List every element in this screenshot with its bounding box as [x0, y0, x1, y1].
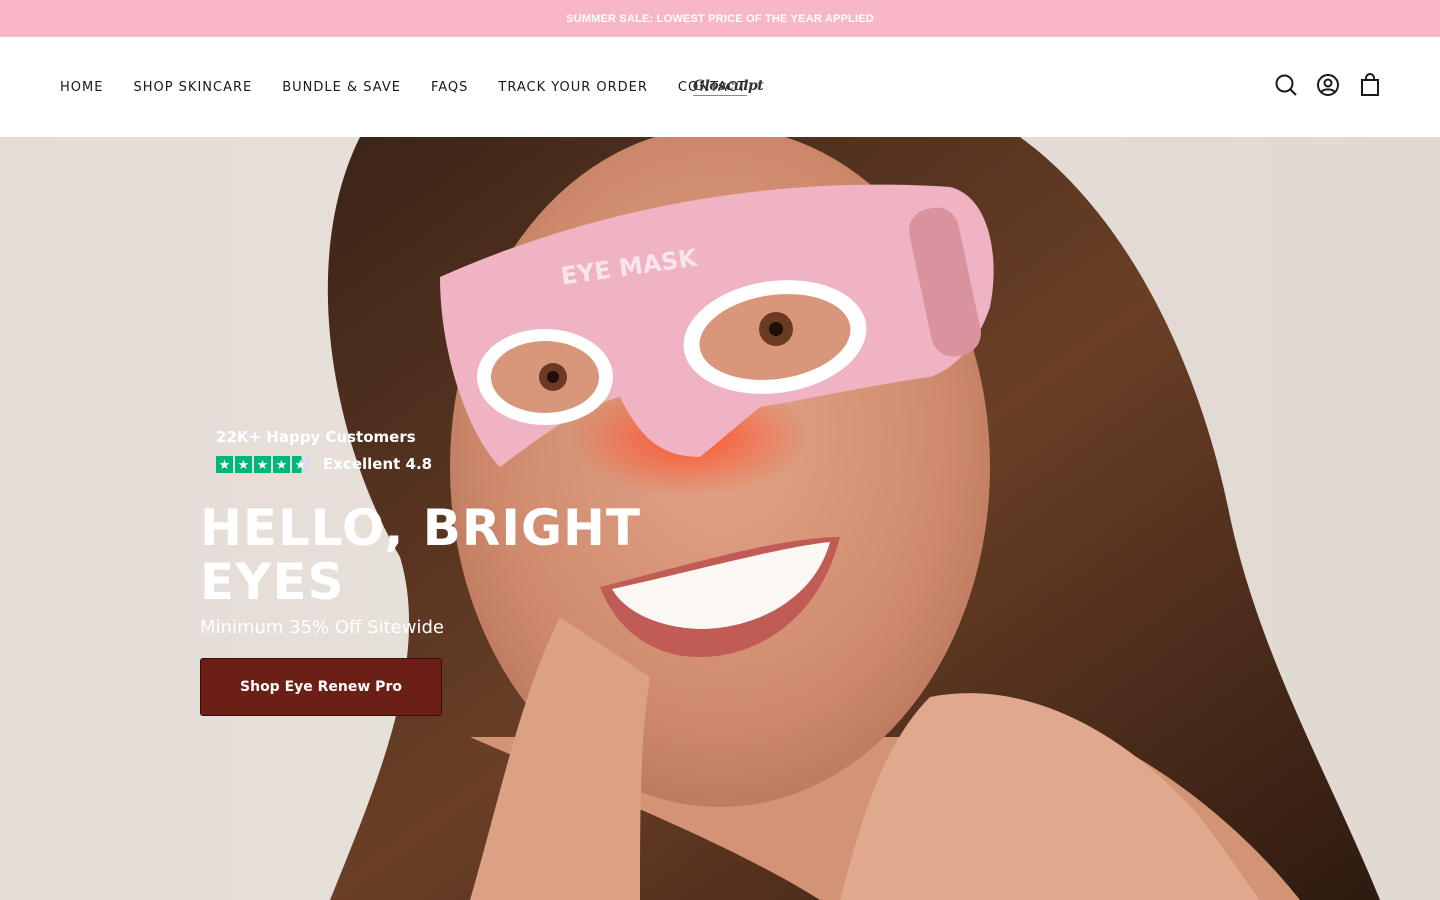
- logo-underline: [693, 95, 747, 96]
- nav-shop-skincare[interactable]: SHOP SKINCARE: [133, 80, 252, 95]
- star-icon: ★: [273, 455, 290, 473]
- cart-icon[interactable]: [1358, 73, 1382, 97]
- shop-eye-renew-button[interactable]: Shop Eye Renew Pro: [200, 658, 442, 716]
- header-icons: [1274, 73, 1382, 97]
- hero-banner: EYE MASK 22K+ Happy Customers ★ ★ ★ ★ ★ …: [0, 137, 1440, 900]
- star-icon: ★: [235, 455, 252, 473]
- trustpilot-stars: ★ ★ ★ ★ ★: [216, 455, 309, 473]
- nav-track-order[interactable]: TRACK YOUR ORDER: [498, 80, 648, 95]
- site-logo[interactable]: Glosculpt: [693, 78, 764, 94]
- hero-subheadline: Minimum 35% Off Sitewide: [200, 617, 444, 638]
- review-badge: 22K+ Happy Customers ★ ★ ★ ★ ★ Excellent…: [216, 428, 432, 473]
- rating-text: Excellent 4.8: [323, 455, 433, 473]
- rating-row: ★ ★ ★ ★ ★ Excellent 4.8: [216, 455, 432, 473]
- hero-headline: HELLO, BRIGHT EYES: [200, 499, 641, 611]
- search-icon[interactable]: [1274, 73, 1298, 97]
- site-header: HOME SHOP SKINCARE BUNDLE & SAVE FAQS TR…: [0, 37, 1440, 137]
- main-nav: HOME SHOP SKINCARE BUNDLE & SAVE FAQS TR…: [60, 37, 777, 137]
- customer-count: 22K+ Happy Customers: [216, 428, 416, 446]
- nav-home[interactable]: HOME: [60, 80, 103, 95]
- announcement-text: SUMMER SALE: LOWEST PRICE OF THE YEAR AP…: [566, 12, 874, 25]
- account-icon[interactable]: [1316, 73, 1340, 97]
- nav-bundle-save[interactable]: BUNDLE & SAVE: [282, 80, 401, 95]
- announcement-bar: SUMMER SALE: LOWEST PRICE OF THE YEAR AP…: [0, 0, 1440, 37]
- half-star-icon: ★: [292, 455, 309, 473]
- star-icon: ★: [216, 455, 233, 473]
- nav-faqs[interactable]: FAQS: [431, 80, 468, 95]
- star-icon: ★: [254, 455, 271, 473]
